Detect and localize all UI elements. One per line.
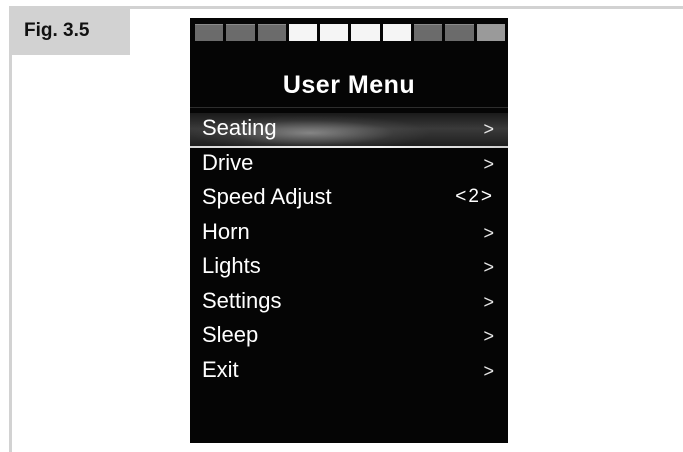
menu-item-label: Horn [202,218,250,244]
speed-value-stepper[interactable]: <2> [455,186,494,208]
menu-item-label: Speed Adjust [202,184,332,209]
menu-list: Seating > Drive > Speed Adjust <2> Horn … [190,113,508,389]
menu-item-drive[interactable]: Drive > [190,148,508,183]
chevron-right-icon: > [483,119,494,139]
chevron-right-icon: > [483,222,494,243]
chevron-right-icon: > [483,360,494,381]
battery-segment [476,24,505,41]
title-divider [190,107,508,108]
menu-item-exit[interactable]: Exit > [190,355,508,390]
battery-segment [320,24,349,41]
device-screen: User Menu Seating > Drive > Speed Adjust… [190,18,508,443]
menu-item-settings[interactable]: Settings > [190,286,508,321]
chevron-right-icon: > [483,291,494,312]
battery-segment [351,24,380,41]
battery-segment [445,24,474,41]
frame-left-border [9,55,12,452]
menu-item-label: Lights [202,253,261,278]
menu-title: User Menu [282,71,416,99]
menu-item-label: Drive [202,149,254,175]
menu-item-sleep[interactable]: Sleep > [190,320,508,355]
battery-segment [226,24,255,41]
battery-segment [288,24,318,41]
menu-item-speed-adjust[interactable]: Speed Adjust <2> [190,182,508,217]
chevron-right-icon: > [483,257,494,277]
menu-item-lights[interactable]: Lights > [190,251,508,286]
chevron-right-icon: > [483,326,494,346]
battery-segment [414,24,443,41]
figure-label: Fig. 3.5 [9,6,130,55]
menu-item-seating[interactable]: Seating > [190,113,508,148]
menu-item-horn[interactable]: Horn > [190,217,508,252]
menu-item-label: Settings [202,287,282,313]
battery-segment [382,24,412,41]
menu-item-label: Exit [202,356,239,382]
frame-top-border [130,6,683,9]
battery-gauge [195,24,505,41]
menu-item-label: Sleep [202,322,259,347]
figure-page: Fig. 3.5 User Menu Seating > Drive > Spe… [0,0,683,452]
chevron-right-icon: > [483,153,494,174]
menu-item-label: Seating [202,115,277,140]
battery-segment [195,24,224,41]
battery-segment [257,24,286,41]
